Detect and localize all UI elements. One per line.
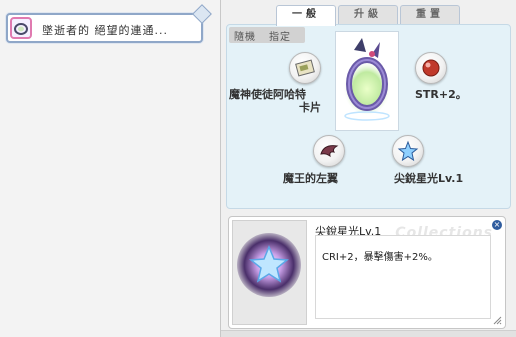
item-detail-panel: 尖銳星光Lv.1 Collections CRI+2，暴擊傷害+2%。 ×: [228, 216, 506, 329]
card-icon: [295, 59, 315, 77]
detail-item-image: [232, 220, 307, 325]
center-item-card[interactable]: [335, 31, 399, 131]
enchant-slot-area: 隨機 指定 魔神使徒阿哈特 卡片 STR+2。 魔王的左翼 尖銳星光Lv.1: [226, 24, 511, 209]
slot-bottom-left-label: 魔王的左翼: [283, 172, 338, 185]
detail-description: CRI+2，暴擊傷害+2%。: [322, 252, 438, 263]
slot-bottom-left[interactable]: [313, 135, 345, 167]
red-orb-icon: [422, 59, 440, 77]
detail-description-box: CRI+2，暴擊傷害+2%。: [315, 235, 491, 319]
wing-icon: [320, 145, 339, 158]
random-filter-button[interactable]: 隨機: [234, 28, 256, 43]
ring-icon: [343, 38, 391, 121]
enchant-window: 一般 升級 重置 隨機 指定 魔神使徒阿哈特 卡片 STR+2。 魔王的左翼 尖…: [221, 0, 516, 337]
chip-corner-marker: [192, 4, 212, 24]
star-icon: [237, 233, 301, 297]
slot-top-left-label-line2: 卡片: [299, 101, 321, 114]
filter-bar: 隨機 指定: [229, 27, 305, 43]
slot-top-right[interactable]: [415, 52, 447, 84]
slot-bottom-right[interactable]: [392, 135, 424, 167]
left-panel: 墜逝者的 絕望的連通...: [0, 0, 221, 337]
window-bottom-edge: [221, 330, 516, 337]
star-icon: [397, 140, 419, 162]
specify-filter-button[interactable]: 指定: [269, 28, 291, 43]
equipped-item-chip[interactable]: 墜逝者的 絕望的連通...: [6, 4, 212, 43]
ring-icon: [10, 17, 32, 39]
resize-grip-icon[interactable]: [492, 315, 502, 325]
slot-top-left-card[interactable]: [289, 52, 321, 84]
tab-upgrade[interactable]: 升級: [338, 5, 398, 24]
tab-general[interactable]: 一般: [276, 5, 336, 26]
equipped-item-name: 墜逝者的 絕望的連通...: [42, 24, 168, 37]
tab-reset[interactable]: 重置: [400, 5, 460, 24]
close-icon[interactable]: ×: [492, 220, 502, 230]
slot-bottom-right-label: 尖銳星光Lv.1: [394, 172, 464, 185]
slot-top-left-label: 魔神使徒阿哈特: [229, 88, 306, 101]
slot-top-right-label: STR+2。: [415, 88, 467, 101]
